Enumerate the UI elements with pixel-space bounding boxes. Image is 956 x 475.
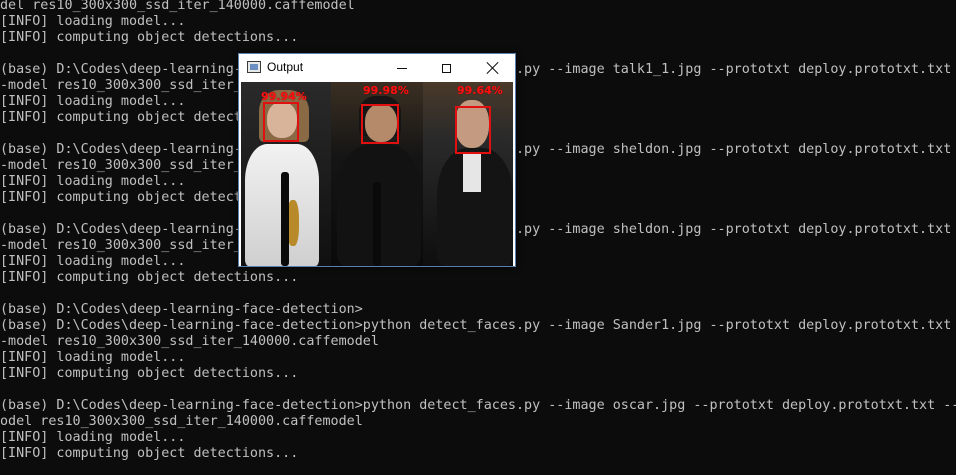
maximize-icon — [441, 63, 451, 73]
detection-box-1 — [263, 102, 299, 142]
output-window[interactable]: Output 99.94% 99.98% 99.64% — [238, 53, 516, 267]
console-line: odel res10_300x300_ssd_iter_140000.caffe… — [0, 414, 363, 429]
console-line: [INFO] loading model... — [0, 350, 186, 365]
detection-box-3 — [455, 106, 491, 154]
console-line: -model res10_300x300_ssd_iter_140000.caf… — [0, 334, 379, 349]
console-line: (base) D:\Codes\deep-learning-face-detec… — [0, 318, 956, 333]
console-line: [INFO] computing object detections... — [0, 270, 299, 285]
minimize-button[interactable] — [380, 54, 424, 82]
console-line: [INFO] loading model... — [0, 14, 186, 29]
window-titlebar[interactable]: Output — [239, 54, 515, 82]
console-line: [INFO] computing object detections... — [0, 366, 299, 381]
maximize-button[interactable] — [424, 54, 468, 82]
detection-label-2: 99.98% — [363, 84, 409, 97]
console-line: (base) D:\Codes\deep-learning-face-detec… — [0, 398, 956, 413]
detection-image: 99.94% 99.98% 99.64% — [241, 82, 513, 266]
console-line: (base) D:\Codes\deep-learning-face-detec… — [0, 302, 363, 317]
microphone-left — [281, 172, 289, 266]
window-title: Output — [267, 60, 304, 74]
console-line: [INFO] computing object detections... — [0, 30, 299, 45]
close-button[interactable] — [471, 54, 515, 82]
microphone-middle — [373, 182, 381, 266]
person-right-shirt — [463, 152, 481, 192]
minimize-icon — [397, 67, 407, 69]
app-window-icon — [247, 61, 261, 73]
close-icon — [486, 61, 500, 75]
detection-label-3: 99.64% — [457, 84, 503, 97]
detection-label-1: 99.94% — [261, 90, 307, 103]
console-line: [INFO] loading model... — [0, 430, 186, 445]
console-line: [INFO] computing object detections... — [0, 446, 299, 461]
detection-box-2 — [361, 104, 399, 144]
console-line: del res10_300x300_ssd_iter_140000.caffem… — [0, 0, 355, 13]
